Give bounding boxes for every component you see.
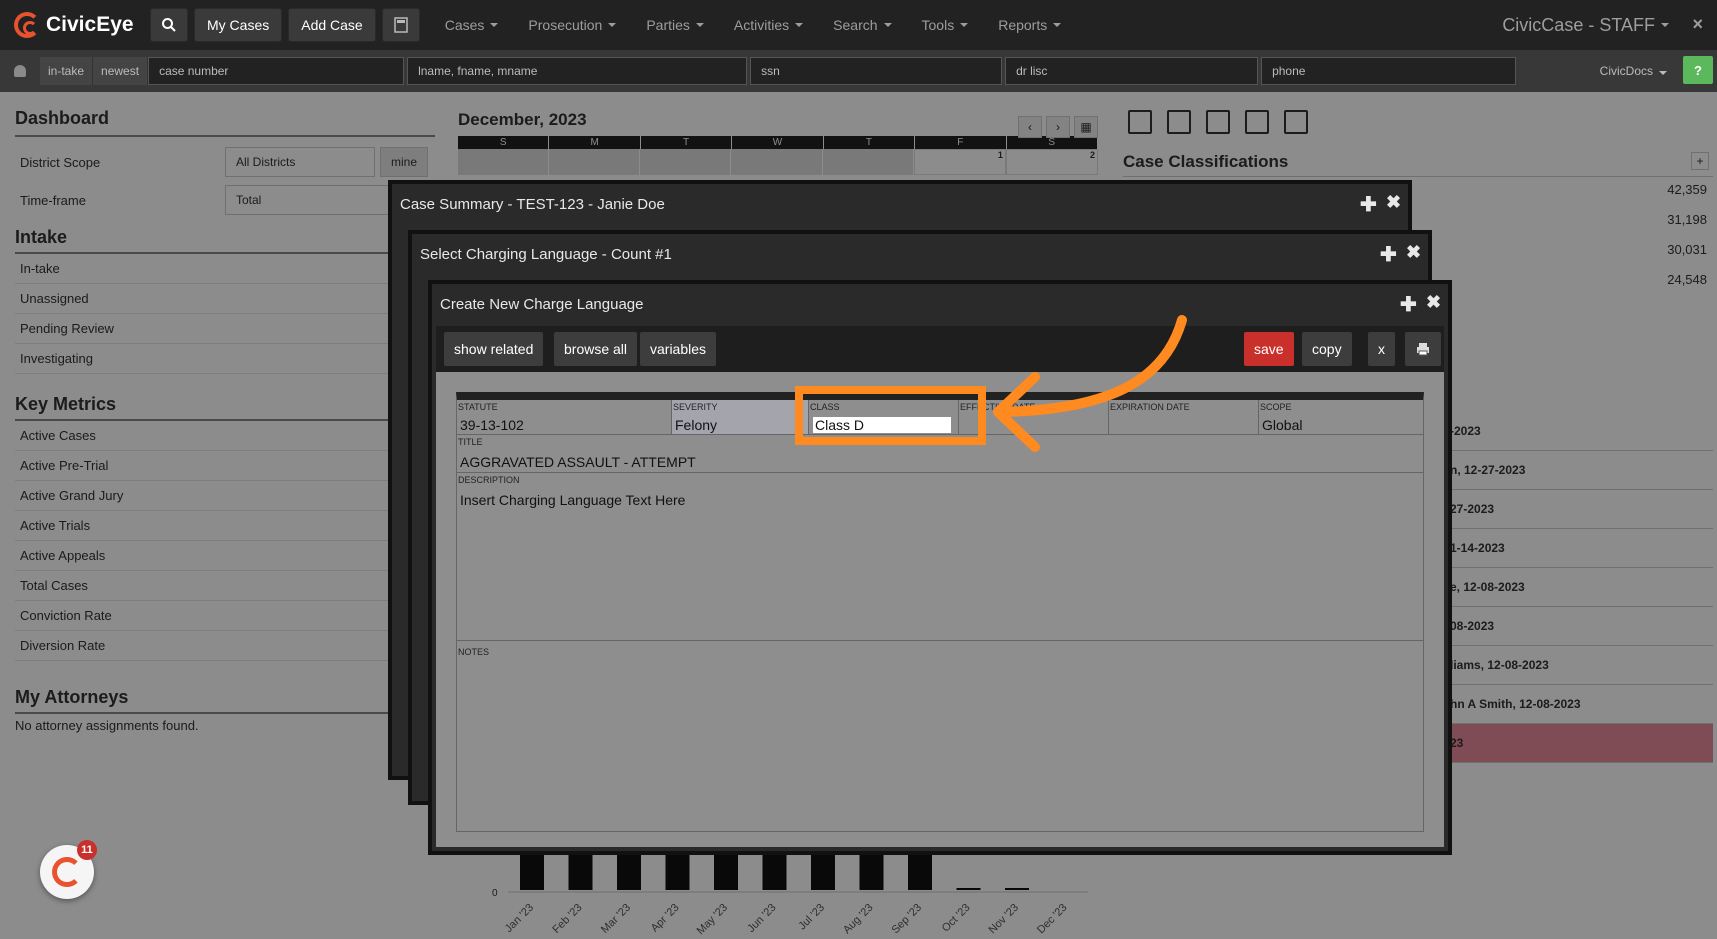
save-button[interactable]: save (1244, 332, 1294, 366)
menu-search[interactable]: Search (818, 0, 906, 50)
print-button[interactable] (1405, 332, 1441, 366)
close-form-button[interactable]: x (1368, 332, 1395, 366)
expand-icon[interactable]: ✚ (1360, 192, 1377, 217)
close-icon[interactable]: ✖ (1406, 242, 1421, 263)
quick-search-bar: in-take newest case number lname, fname,… (0, 50, 1717, 92)
title-label: Title (458, 437, 483, 447)
expand-icon[interactable]: ✚ (1400, 292, 1417, 317)
intake-button[interactable]: in-take (40, 57, 94, 85)
expiration-date-label: Expiration Date (1110, 402, 1190, 412)
severity-value: Felony (675, 417, 718, 433)
menu-prosecution[interactable]: Prosecution (513, 0, 631, 50)
caret-down-icon (1661, 23, 1669, 27)
expiration-date-field[interactable]: Expiration Date (1109, 400, 1259, 435)
ssn-input[interactable]: ssn (750, 57, 1003, 85)
dr-lisc-input[interactable]: dr lisc (1005, 57, 1259, 85)
title-value: AGGRAVATED ASSAULT - ATTEMPT (460, 454, 696, 470)
charge-form: Statute 39-13-102 Severity Felony Class … (456, 392, 1424, 832)
main-menu: Cases Prosecution Parties Activities Sea… (430, 0, 1077, 50)
menu-prosecution-label: Prosecution (528, 17, 603, 33)
severity-field[interactable]: Severity Felony (672, 400, 809, 435)
top-navbar: CivicEye My Cases Add Case Cases Prosecu… (0, 0, 1717, 50)
browse-all-button[interactable]: browse all (554, 332, 638, 366)
show-related-button[interactable]: show related (444, 332, 544, 366)
highlight-box (795, 386, 986, 445)
menu-reports-label: Reports (998, 17, 1048, 33)
description-value: Insert Charging Language Text Here (460, 492, 686, 508)
menu-activities[interactable]: Activities (719, 0, 818, 50)
app-title-menu[interactable]: CivicCase - STAFF (1502, 0, 1669, 50)
statute-field[interactable]: Statute 39-13-102 (457, 400, 672, 435)
calculator-icon (393, 17, 408, 33)
dialog-title: Create New Charge Language (440, 296, 644, 313)
brand[interactable]: CivicEye (14, 12, 144, 38)
help-button[interactable]: ? (1683, 56, 1713, 84)
civiceye-logo-icon (52, 857, 82, 887)
civiceye-logo-icon (14, 12, 40, 38)
calculator-button[interactable] (381, 8, 420, 42)
caret-down-icon (490, 23, 499, 27)
copy-button[interactable]: copy (1302, 332, 1352, 366)
menu-cases[interactable]: Cases (430, 0, 514, 50)
add-case-button[interactable]: Add Case (288, 8, 376, 42)
statute-label: Statute (458, 402, 498, 412)
civicdocs-menu[interactable]: CivicDocs (1600, 64, 1667, 78)
notes-label: Notes (458, 647, 490, 657)
caret-down-icon (1659, 71, 1667, 75)
search-icon (162, 18, 176, 32)
app-title: CivicCase - STAFF (1502, 14, 1655, 35)
dialog-title: Select Charging Language - Count #1 (420, 246, 672, 263)
menu-tools-label: Tools (921, 17, 955, 33)
menu-activities-label: Activities (733, 17, 790, 33)
dialog-title: Case Summary - TEST-123 - Janie Doe (400, 196, 665, 213)
caret-down-icon (960, 23, 969, 27)
caret-down-icon (695, 23, 704, 27)
menu-search-label: Search (833, 17, 878, 33)
description-field[interactable]: Description Insert Charging Language Tex… (457, 473, 1424, 641)
menu-reports[interactable]: Reports (983, 0, 1076, 50)
my-cases-button[interactable]: My Cases (194, 8, 283, 42)
statute-value: 39-13-102 (460, 417, 524, 433)
scope-value: Global (1262, 417, 1303, 433)
menu-parties-label: Parties (646, 17, 690, 33)
create-charge-language-dialog: Create New Charge Language ✚ ✖ show rela… (428, 280, 1452, 855)
severity-label: Severity (673, 402, 718, 412)
brand-name: CivicEye (46, 13, 134, 36)
user-icon[interactable] (0, 65, 40, 77)
case-number-input[interactable]: case number (148, 57, 405, 85)
phone-input[interactable]: phone (1261, 57, 1517, 85)
close-icon[interactable]: ✖ (1426, 292, 1441, 313)
notification-badge: 11 (77, 840, 97, 860)
close-icon[interactable]: × (1692, 14, 1703, 35)
menu-cases-label: Cases (444, 17, 485, 33)
dialog-toolbar: show related browse all variables save c… (436, 326, 1444, 372)
description-label: Description (458, 475, 520, 485)
scope-label: Scope (1260, 402, 1292, 412)
search-button[interactable] (150, 8, 188, 42)
menu-tools[interactable]: Tools (907, 0, 984, 50)
name-input[interactable]: lname, fname, mname (407, 57, 748, 85)
notes-field[interactable]: Notes (457, 641, 1424, 831)
caret-down-icon (795, 23, 804, 27)
variables-button[interactable]: variables (640, 332, 717, 366)
caret-down-icon (1053, 23, 1062, 27)
civicdocs-label: CivicDocs (1599, 64, 1653, 78)
close-icon[interactable]: ✖ (1386, 192, 1401, 213)
print-icon (1417, 343, 1429, 356)
caret-down-icon (883, 23, 892, 27)
caret-down-icon (608, 23, 617, 27)
newest-button[interactable]: newest (93, 57, 149, 85)
menu-parties[interactable]: Parties (631, 0, 719, 50)
expand-icon[interactable]: ✚ (1380, 242, 1397, 267)
scope-field[interactable]: Scope Global (1259, 400, 1424, 435)
